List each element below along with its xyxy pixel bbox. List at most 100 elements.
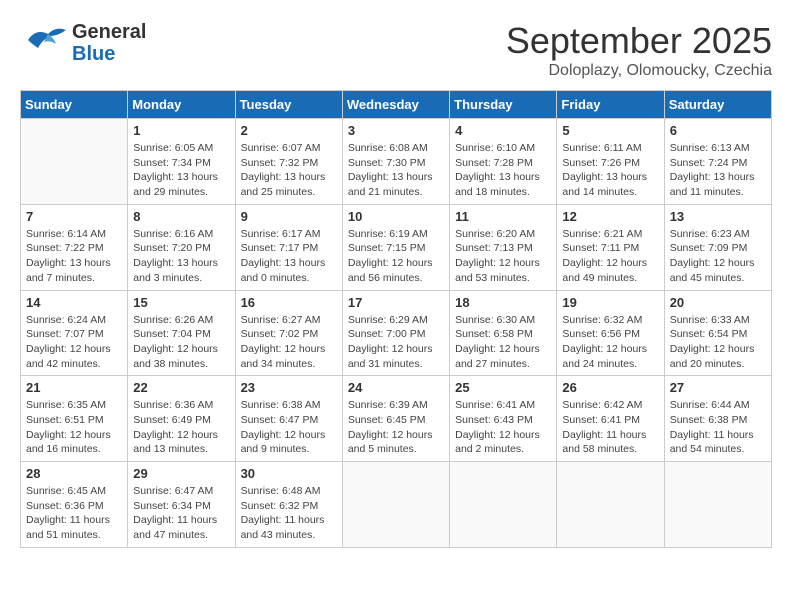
day-number: 15 [133, 295, 229, 310]
calendar-cell: 20 Sunrise: 6:33 AMSunset: 6:54 PMDayligh… [664, 290, 771, 376]
day-info: Sunrise: 6:05 AMSunset: 7:34 PMDaylight:… [133, 141, 229, 200]
day-number: 5 [562, 123, 658, 138]
calendar-table: SundayMondayTuesdayWednesdayThursdayFrid… [20, 90, 772, 548]
calendar-cell: 8 Sunrise: 6:16 AMSunset: 7:20 PMDaylight… [128, 204, 235, 290]
day-number: 30 [241, 466, 337, 481]
calendar-cell: 22 Sunrise: 6:36 AMSunset: 6:49 PMDayligh… [128, 376, 235, 462]
day-info: Sunrise: 6:32 AMSunset: 6:56 PMDaylight:… [562, 313, 658, 372]
day-number: 3 [348, 123, 444, 138]
day-number: 18 [455, 295, 551, 310]
day-number: 10 [348, 209, 444, 224]
day-number: 29 [133, 466, 229, 481]
logo-blue: Blue [72, 43, 115, 65]
calendar-cell [342, 462, 449, 548]
day-info: Sunrise: 6:08 AMSunset: 7:30 PMDaylight:… [348, 141, 444, 200]
calendar-cell [557, 462, 664, 548]
calendar-cell: 24 Sunrise: 6:39 AMSunset: 6:45 PMDayligh… [342, 376, 449, 462]
calendar-cell: 2 Sunrise: 6:07 AMSunset: 7:32 PMDaylight… [235, 119, 342, 205]
day-number: 19 [562, 295, 658, 310]
day-header-sunday: Sunday [21, 91, 128, 119]
day-info: Sunrise: 6:47 AMSunset: 6:34 PMDaylight:… [133, 484, 229, 543]
day-info: Sunrise: 6:24 AMSunset: 7:07 PMDaylight:… [26, 313, 122, 372]
calendar-week-3: 14Sunrise: 6:24 AMSunset: 7:07 PMDayligh… [21, 290, 772, 376]
day-header-friday: Friday [557, 91, 664, 119]
calendar-week-2: 7 Sunrise: 6:14 AMSunset: 7:22 PMDaylight… [21, 204, 772, 290]
calendar-cell: 11 Sunrise: 6:20 AMSunset: 7:13 PMDayligh… [450, 204, 557, 290]
calendar-cell: 19 Sunrise: 6:32 AMSunset: 6:56 PMDayligh… [557, 290, 664, 376]
day-info: Sunrise: 6:33 AMSunset: 6:54 PMDaylight:… [670, 313, 766, 372]
day-number: 8 [133, 209, 229, 224]
calendar-cell: 17Sunrise: 6:29 AMSunset: 7:00 PMDayligh… [342, 290, 449, 376]
day-header-thursday: Thursday [450, 91, 557, 119]
page-header: General Blue September 2025 Doloplazy, O… [20, 20, 772, 80]
day-header-wednesday: Wednesday [342, 91, 449, 119]
day-info: Sunrise: 6:41 AMSunset: 6:43 PMDaylight:… [455, 398, 551, 457]
day-number: 6 [670, 123, 766, 138]
day-info: Sunrise: 6:36 AMSunset: 6:49 PMDaylight:… [133, 398, 229, 457]
logo-text: General Blue [72, 21, 146, 65]
day-info: Sunrise: 6:16 AMSunset: 7:20 PMDaylight:… [133, 227, 229, 286]
month-title: September 2025 [506, 20, 772, 62]
day-header-tuesday: Tuesday [235, 91, 342, 119]
day-number: 28 [26, 466, 122, 481]
calendar-cell: 27 Sunrise: 6:44 AMSunset: 6:38 PMDayligh… [664, 376, 771, 462]
day-info: Sunrise: 6:29 AMSunset: 7:00 PMDaylight:… [348, 313, 444, 372]
day-info: Sunrise: 6:17 AMSunset: 7:17 PMDaylight:… [241, 227, 337, 286]
day-number: 26 [562, 380, 658, 395]
day-info: Sunrise: 6:44 AMSunset: 6:38 PMDaylight:… [670, 398, 766, 457]
day-number: 4 [455, 123, 551, 138]
logo-icon [20, 20, 68, 65]
title-area: September 2025 Doloplazy, Olomoucky, Cze… [506, 20, 772, 80]
calendar-cell: 13Sunrise: 6:23 AMSunset: 7:09 PMDayligh… [664, 204, 771, 290]
day-number: 2 [241, 123, 337, 138]
day-info: Sunrise: 6:48 AMSunset: 6:32 PMDaylight:… [241, 484, 337, 543]
calendar-cell: 28Sunrise: 6:45 AMSunset: 6:36 PMDayligh… [21, 462, 128, 548]
day-number: 23 [241, 380, 337, 395]
day-info: Sunrise: 6:19 AMSunset: 7:15 PMDaylight:… [348, 227, 444, 286]
day-info: Sunrise: 6:14 AMSunset: 7:22 PMDaylight:… [26, 227, 122, 286]
calendar-cell: 30 Sunrise: 6:48 AMSunset: 6:32 PMDayligh… [235, 462, 342, 548]
calendar-cell: 6Sunrise: 6:13 AMSunset: 7:24 PMDaylight… [664, 119, 771, 205]
calendar-header-row: SundayMondayTuesdayWednesdayThursdayFrid… [21, 91, 772, 119]
day-info: Sunrise: 6:39 AMSunset: 6:45 PMDaylight:… [348, 398, 444, 457]
calendar-cell: 3 Sunrise: 6:08 AMSunset: 7:30 PMDaylight… [342, 119, 449, 205]
day-info: Sunrise: 6:21 AMSunset: 7:11 PMDaylight:… [562, 227, 658, 286]
day-info: Sunrise: 6:23 AMSunset: 7:09 PMDaylight:… [670, 227, 766, 286]
calendar-cell: 26 Sunrise: 6:42 AMSunset: 6:41 PMDayligh… [557, 376, 664, 462]
day-header-monday: Monday [128, 91, 235, 119]
calendar-cell: 14Sunrise: 6:24 AMSunset: 7:07 PMDayligh… [21, 290, 128, 376]
calendar-week-5: 28Sunrise: 6:45 AMSunset: 6:36 PMDayligh… [21, 462, 772, 548]
calendar-cell: 1Sunrise: 6:05 AMSunset: 7:34 PMDaylight… [128, 119, 235, 205]
day-number: 24 [348, 380, 444, 395]
day-info: Sunrise: 6:07 AMSunset: 7:32 PMDaylight:… [241, 141, 337, 200]
day-number: 25 [455, 380, 551, 395]
calendar-cell: 23 Sunrise: 6:38 AMSunset: 6:47 PMDayligh… [235, 376, 342, 462]
day-number: 20 [670, 295, 766, 310]
calendar-cell: 9Sunrise: 6:17 AMSunset: 7:17 PMDaylight… [235, 204, 342, 290]
day-info: Sunrise: 6:20 AMSunset: 7:13 PMDaylight:… [455, 227, 551, 286]
day-info: Sunrise: 6:10 AMSunset: 7:28 PMDaylight:… [455, 141, 551, 200]
day-number: 27 [670, 380, 766, 395]
location-subtitle: Doloplazy, Olomoucky, Czechia [506, 62, 772, 80]
calendar-cell: 29 Sunrise: 6:47 AMSunset: 6:34 PMDayligh… [128, 462, 235, 548]
calendar-cell: 4 Sunrise: 6:10 AMSunset: 7:28 PMDaylight… [450, 119, 557, 205]
day-number: 12 [562, 209, 658, 224]
calendar-week-4: 21Sunrise: 6:35 AMSunset: 6:51 PMDayligh… [21, 376, 772, 462]
day-info: Sunrise: 6:42 AMSunset: 6:41 PMDaylight:… [562, 398, 658, 457]
day-info: Sunrise: 6:38 AMSunset: 6:47 PMDaylight:… [241, 398, 337, 457]
calendar-week-1: 1Sunrise: 6:05 AMSunset: 7:34 PMDaylight… [21, 119, 772, 205]
day-number: 16 [241, 295, 337, 310]
calendar-cell: 25 Sunrise: 6:41 AMSunset: 6:43 PMDayligh… [450, 376, 557, 462]
day-header-saturday: Saturday [664, 91, 771, 119]
day-number: 7 [26, 209, 122, 224]
calendar-cell: 18 Sunrise: 6:30 AMSunset: 6:58 PMDayligh… [450, 290, 557, 376]
calendar-cell: 21Sunrise: 6:35 AMSunset: 6:51 PMDayligh… [21, 376, 128, 462]
day-number: 22 [133, 380, 229, 395]
day-info: Sunrise: 6:30 AMSunset: 6:58 PMDaylight:… [455, 313, 551, 372]
logo: General Blue [20, 20, 146, 65]
logo-general: General [72, 21, 146, 43]
day-number: 11 [455, 209, 551, 224]
day-info: Sunrise: 6:35 AMSunset: 6:51 PMDaylight:… [26, 398, 122, 457]
calendar-cell [664, 462, 771, 548]
calendar-cell: 10 Sunrise: 6:19 AMSunset: 7:15 PMDayligh… [342, 204, 449, 290]
